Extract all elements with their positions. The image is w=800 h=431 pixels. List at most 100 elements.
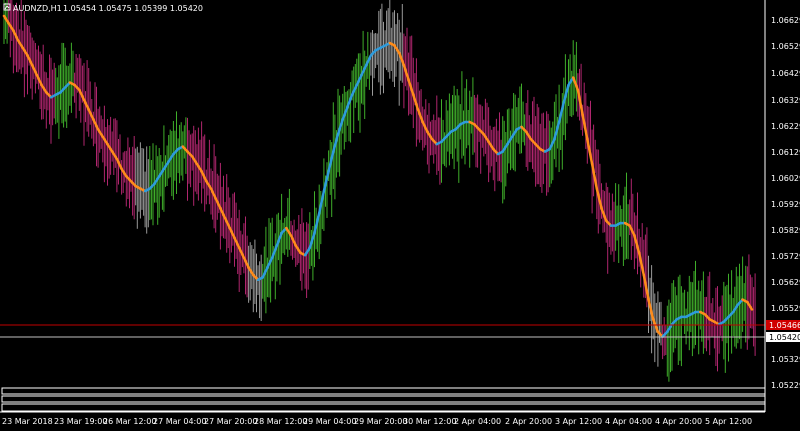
moving-average-segment	[82, 98, 90, 111]
moving-average-segment	[506, 135, 514, 146]
moving-average-segment	[548, 137, 556, 151]
moving-average-segment	[87, 108, 95, 121]
price-tick-label: 1.06229	[771, 122, 800, 131]
time-tick-label: 2 Apr 20:00	[505, 417, 552, 426]
time-tick-label: 29 Mar 04:00	[303, 417, 356, 426]
moving-average-segment	[167, 152, 175, 163]
moving-average-segment	[195, 162, 203, 173]
price-tick-label: 1.06129	[771, 148, 800, 157]
moving-average-segment	[651, 318, 660, 333]
price-tick-label: 1.05629	[771, 278, 800, 287]
moving-average-segment	[2, 14, 10, 25]
moving-average-segment	[600, 207, 608, 222]
moving-average-segment	[261, 266, 269, 279]
moving-average-segment	[233, 236, 241, 250]
moving-average-segment	[106, 142, 114, 153]
moving-average-segment	[294, 244, 302, 255]
moving-average-segment	[78, 88, 86, 102]
moving-average-segment	[190, 155, 199, 166]
moving-average-segment	[115, 157, 123, 171]
moving-average-segment	[412, 93, 420, 111]
moving-average-segment	[228, 226, 236, 240]
moving-average-segment	[557, 100, 566, 124]
price-tick-label: 1.05729	[771, 252, 800, 261]
price-tick-label: 1.06029	[771, 174, 800, 183]
moving-average-segment	[275, 231, 283, 247]
moving-average-segment	[407, 78, 415, 97]
moving-average-segment	[303, 246, 312, 257]
moving-average-segment	[402, 63, 410, 82]
time-tick-label: 23 Mar 2018	[2, 417, 53, 426]
moving-average-segment	[482, 133, 490, 143]
moving-average-segment	[571, 76, 580, 92]
symbol-timeframe: AUDNZD,H1	[13, 4, 62, 13]
moving-average-segment	[590, 162, 599, 190]
moving-average-segment	[7, 22, 15, 32]
moving-average-segment	[237, 246, 246, 259]
moving-average-segment	[332, 133, 340, 153]
bid-price-label: 1.05466	[769, 321, 800, 330]
moving-average-segment	[223, 216, 232, 230]
moving-average-segment	[426, 130, 434, 141]
moving-average-segment	[576, 88, 584, 116]
moving-average-segment	[746, 300, 754, 311]
moving-average-segment	[35, 73, 43, 87]
moving-average-segment	[327, 150, 335, 173]
moving-average-segment	[16, 39, 25, 50]
moving-average-segment	[242, 256, 250, 269]
moving-average-segment	[562, 83, 570, 104]
time-tick-label: 3 Apr 12:00	[555, 417, 602, 426]
moving-average-segment	[247, 266, 255, 277]
price-bars	[3, 0, 756, 382]
moving-average-segment	[205, 179, 213, 190]
moving-average-segment	[285, 226, 293, 237]
moving-average-segment	[336, 118, 344, 136]
moving-average-segment	[266, 256, 274, 269]
price-tick-label: 1.05929	[771, 200, 800, 209]
moving-average-segment	[731, 303, 740, 314]
moving-average-segment	[313, 212, 321, 235]
moving-average-segment	[322, 170, 330, 193]
moving-average-segment	[524, 130, 533, 141]
price-axis: 1.06629 1.06529 1.06429 1.06329 1.06229 …	[766, 16, 800, 390]
price-tick-label: 1.06629	[771, 16, 800, 25]
price-chart[interactable]: AUDNZD,H1 1.05454 1.05475 1.05399 1.0542…	[0, 0, 800, 431]
time-tick-label: 27 Mar 20:00	[204, 417, 257, 426]
moving-average-segment	[397, 51, 406, 67]
moving-average-segment	[421, 120, 429, 134]
moving-average-segment	[270, 244, 279, 259]
indicator-window-1[interactable]	[1, 387, 766, 395]
price-tick-label: 1.06429	[771, 69, 800, 78]
time-tick-label: 29 Mar 20:00	[354, 417, 407, 426]
price-tick-label: 1.06529	[771, 42, 800, 51]
indicator-window-2[interactable]	[1, 395, 766, 403]
indicator-window-3[interactable]	[1, 403, 766, 412]
moving-average-segment	[40, 83, 48, 94]
moving-average-segment	[586, 137, 594, 166]
moving-average-segment	[581, 113, 589, 141]
moving-average-segment	[360, 63, 368, 77]
time-tick-label: 4 Apr 04:00	[605, 417, 652, 426]
moving-average-segment	[637, 251, 646, 277]
time-tick-label: 30 Mar 12:00	[403, 417, 456, 426]
ask-price-label: 1.05420	[769, 333, 800, 342]
moving-average-segment	[510, 128, 519, 139]
moving-average-segment	[12, 29, 20, 42]
price-tick-label: 1.05329	[771, 355, 800, 364]
moving-average-segment	[487, 140, 495, 151]
moving-average-segment	[120, 167, 128, 178]
price-tick-label: 1.05229	[771, 381, 800, 390]
price-tick-label: 1.05529	[771, 304, 800, 313]
moving-average-segment	[346, 93, 354, 109]
time-tick-label: 4 Apr 20:00	[655, 417, 702, 426]
moving-average-segment	[628, 224, 636, 237]
time-tick-label: 28 Mar 12:00	[254, 417, 307, 426]
moving-average-segment	[214, 197, 222, 210]
moving-average-segment	[110, 150, 119, 161]
time-tick-label: 27 Mar 04:00	[153, 417, 206, 426]
moving-average-segment	[21, 46, 29, 57]
chart-window[interactable]: AUDNZD,H1 1.05454 1.05475 1.05399 1.0542…	[0, 0, 800, 431]
moving-average-segment	[647, 298, 655, 321]
time-tick-label: 23 Mar 19:00	[54, 417, 107, 426]
moving-average-segment	[157, 167, 166, 178]
